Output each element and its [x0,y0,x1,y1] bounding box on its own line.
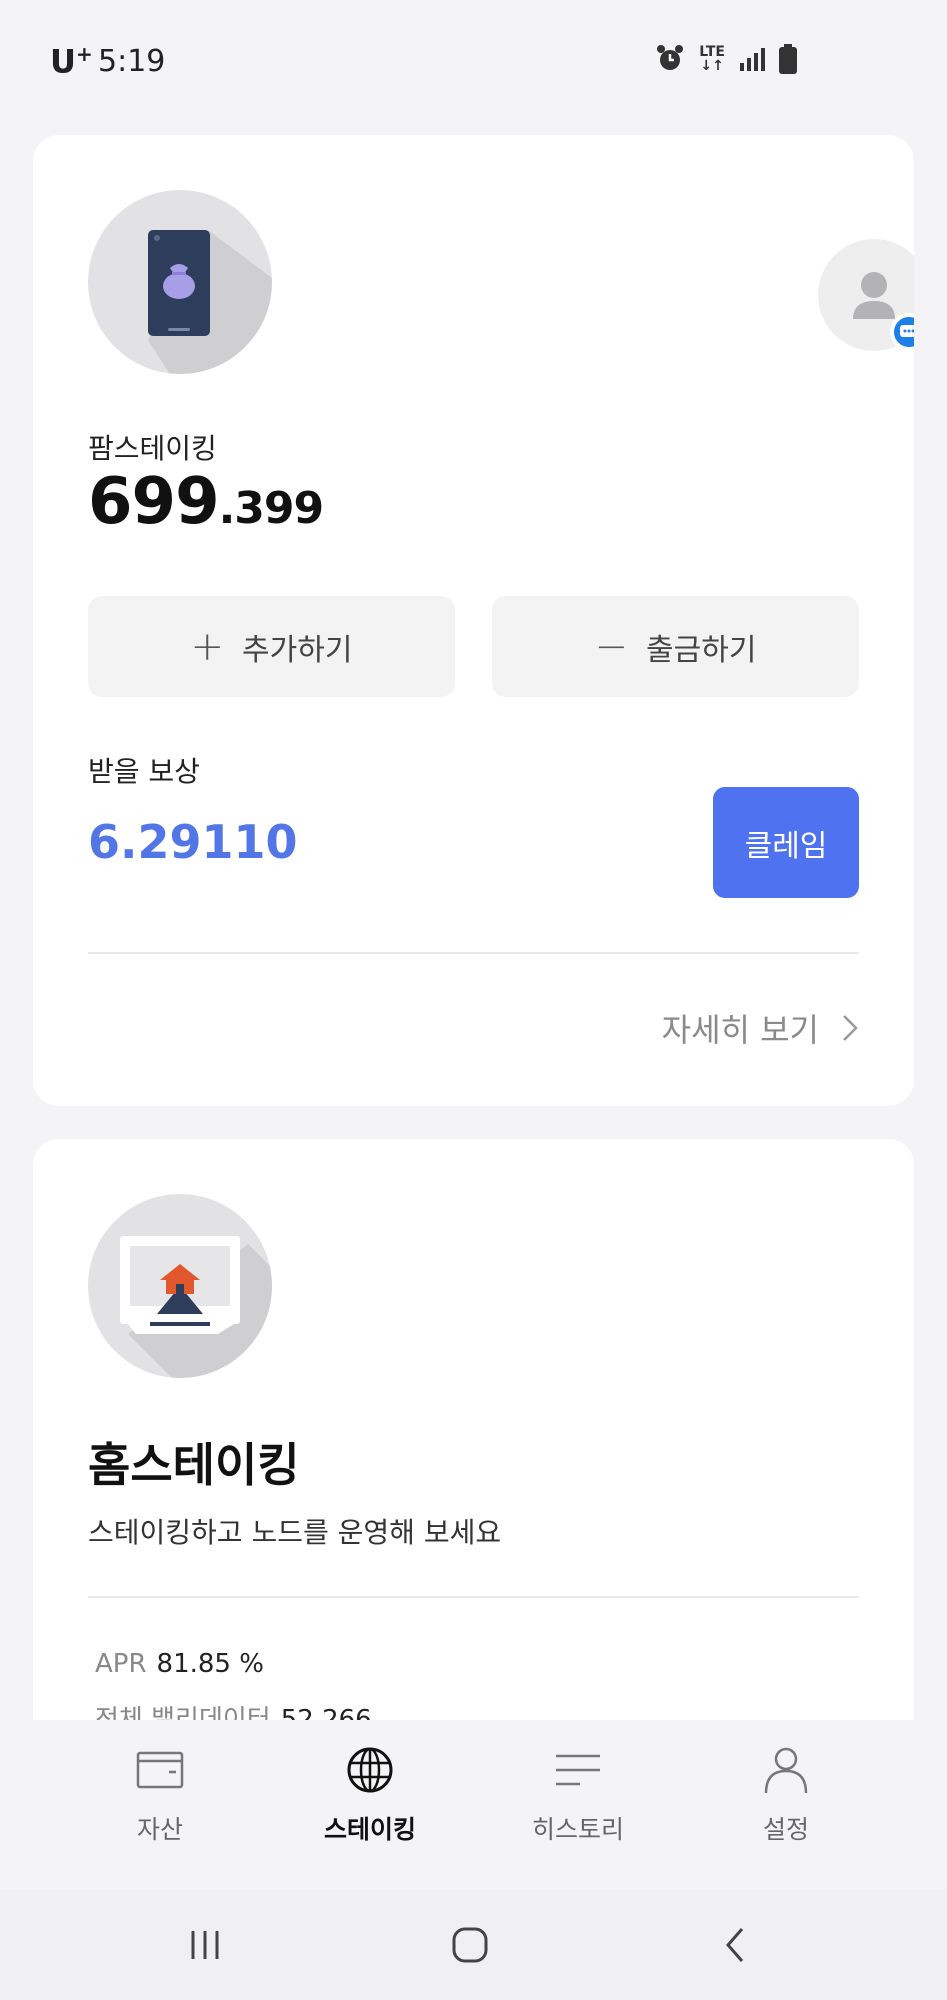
person-icon [764,1747,808,1794]
recent-apps-icon [191,1931,219,1959]
home-staking-subtitle: 스테이킹하고 노드를 운영해 보세요 [88,1516,502,1549]
palm-staking-title: 팜스테이킹 [88,432,217,465]
divider [88,952,859,954]
back-icon [726,1928,744,1962]
nav-settings[interactable]: 설정 [686,1740,886,1846]
bottom-nav: 자산 스테이킹 히스토리 설정 [0,1720,947,1890]
nav-history[interactable]: 히스토리 [478,1740,678,1846]
chevron-right-icon [843,1015,858,1041]
home-circle-icon [452,1927,488,1963]
phone-wallet-icon [88,190,272,374]
withdraw-button[interactable]: − 출금하기 [492,596,859,697]
network-type: LTE ↓↑ [699,44,725,74]
recent-apps-button[interactable] [165,1920,245,1970]
staked-balance: 699.399 [88,465,324,539]
view-details-link[interactable]: 자세히 보기 [662,1005,859,1051]
globe-icon [347,1747,393,1793]
nav-staking[interactable]: 스테이킹 [270,1740,470,1846]
carrier-label: U+ [50,42,93,81]
add-button[interactable]: + 추가하기 [88,596,455,697]
battery-icon [779,44,797,74]
stat-apr: APR 81.85 % [95,1649,264,1679]
status-icons: LTE ↓↑ [655,44,797,74]
list-icon [556,1754,600,1786]
palm-staking-card: 팜스테이킹 699.399 + 추가하기 − 출금하기 받을 보상 6.2911… [33,135,914,1106]
divider [88,1596,859,1598]
plus-icon: + [190,623,225,670]
back-button[interactable] [695,1920,775,1970]
claim-button[interactable]: 클레임 [713,787,859,898]
system-nav-bar [0,1890,947,2000]
nav-assets[interactable]: 자산 [60,1740,260,1846]
reward-label: 받을 보상 [88,755,200,788]
home-monitor-icon [88,1194,272,1378]
minus-icon: − [594,623,629,670]
home-button[interactable] [430,1920,510,1970]
clock: 5:19 [98,44,166,79]
wallet-icon [136,1751,184,1789]
reward-value: 6.29110 [88,815,298,869]
signal-icon [740,48,765,71]
status-bar: U+ 5:19 LTE ↓↑ [0,0,947,120]
home-staking-title: 홈스테이킹 [88,1438,300,1492]
alarm-icon [657,45,684,70]
